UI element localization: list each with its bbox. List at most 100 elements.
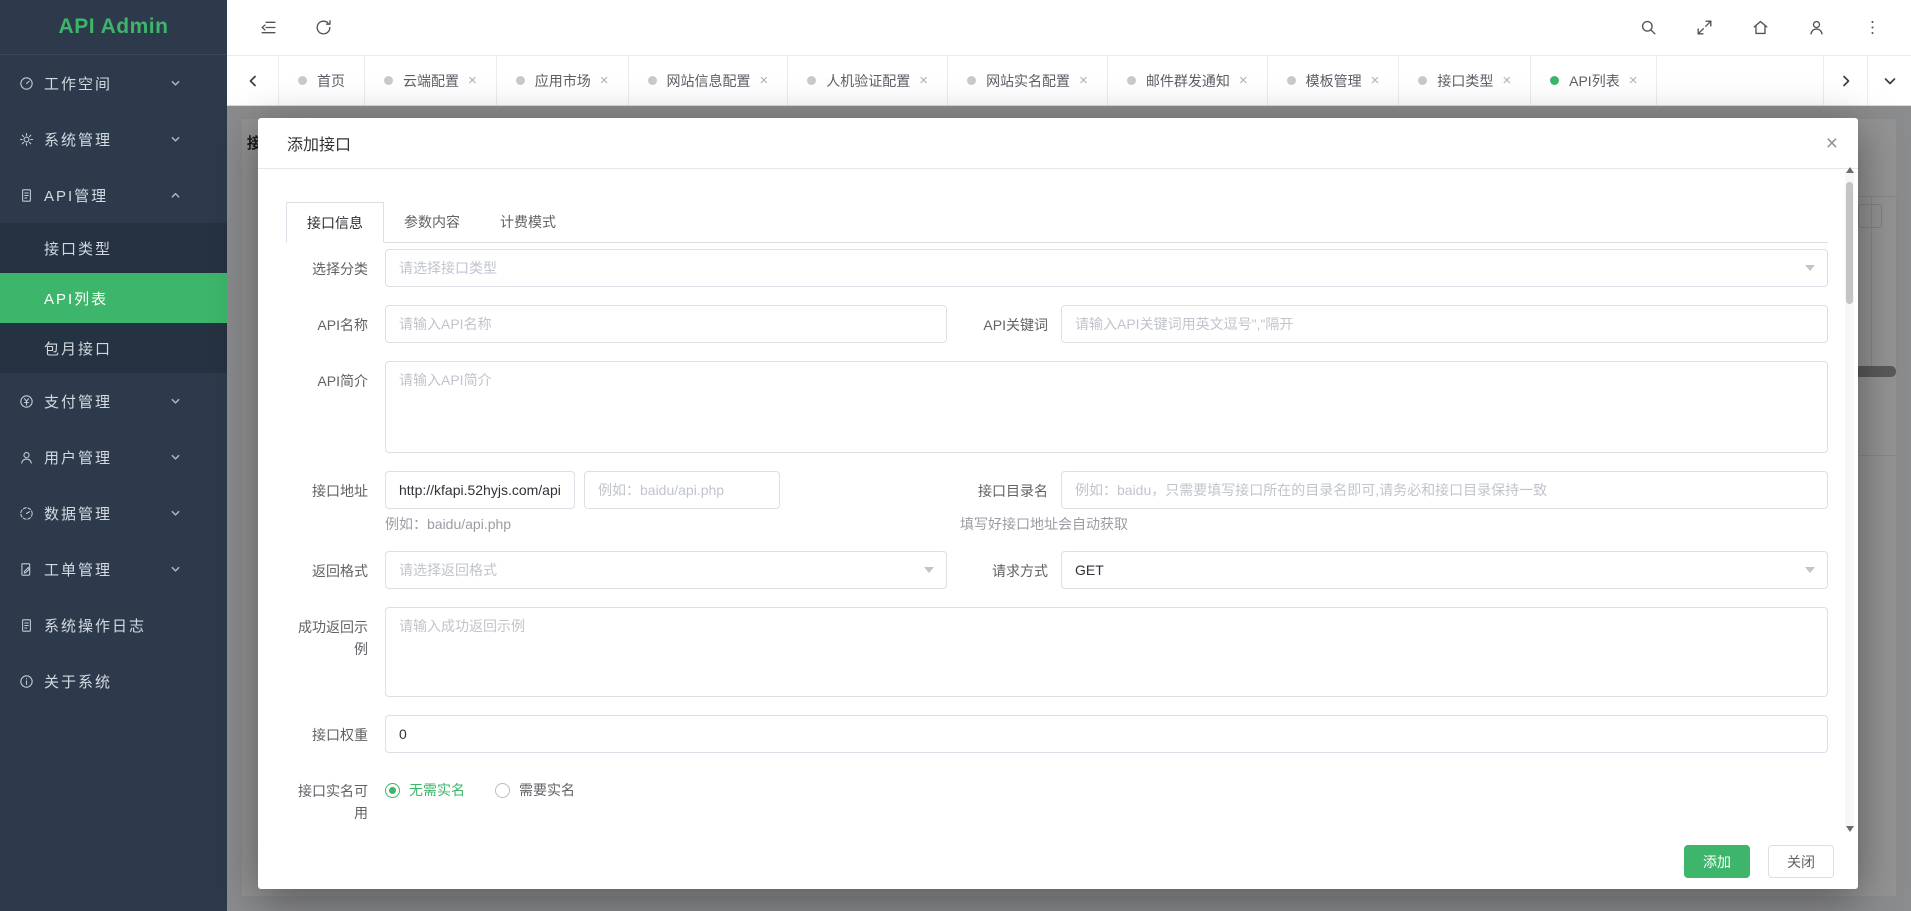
tab-api-list[interactable]: API列表 × (1531, 56, 1657, 105)
return-format-select-wrap (385, 551, 947, 589)
dialog-tab-api-info[interactable]: 接口信息 (286, 202, 384, 243)
field-label: 返回格式 (286, 551, 385, 589)
api-docs-icon (18, 187, 35, 204)
tab-close-icon[interactable]: × (1629, 73, 1638, 88)
tab-status-dot (648, 76, 657, 85)
tab-status-dot (967, 76, 976, 85)
close-icon[interactable]: × (1826, 133, 1838, 154)
sidebar-item-workspace[interactable]: 工作空间 (0, 55, 227, 111)
sidebar-item-oplog[interactable]: 系统操作日志 (0, 597, 227, 653)
sidebar-item-label: API管理 (44, 185, 170, 206)
form-row-name-keywords: API名称 API关键词 (286, 305, 1828, 343)
tab-close-icon[interactable]: × (760, 73, 769, 88)
tabs-scroll-right-button[interactable] (1823, 56, 1867, 105)
tab-close-icon[interactable]: × (1079, 73, 1088, 88)
scrollbar-up-icon[interactable] (1846, 163, 1854, 173)
tab-label: 接口类型 (1437, 71, 1493, 91)
sidebar-item-data[interactable]: 数据管理 (0, 485, 227, 541)
sidebar-item-monthly-api[interactable]: 包月接口 (0, 323, 227, 373)
return-format-select[interactable] (385, 551, 947, 589)
tab-label: 邮件群发通知 (1146, 71, 1230, 91)
tabbar-spacer (1657, 56, 1823, 105)
api-intro-textarea[interactable] (385, 361, 1828, 453)
payment-icon (18, 393, 35, 410)
search-icon[interactable] (1639, 18, 1658, 37)
add-api-dialog: 添加接口 × 接口信息 参数内容 计费模式 选择分类 (258, 118, 1858, 889)
tabs-scroll-left-button[interactable] (227, 56, 279, 105)
radio-no-realname[interactable]: 无需实名 (385, 780, 465, 800)
success-example-textarea[interactable] (385, 607, 1828, 697)
chevron-right-icon (1840, 75, 1852, 87)
sidebar-item-api-types[interactable]: 接口类型 (0, 223, 227, 273)
tab-api-types[interactable]: 接口类型 × (1399, 56, 1531, 105)
field-label: 请求方式 (947, 551, 1061, 582)
user-icon[interactable] (1807, 18, 1826, 37)
tab-home[interactable]: 首页 (279, 56, 365, 105)
chevron-left-icon (247, 75, 259, 87)
sidebar-item-users[interactable]: 用户管理 (0, 429, 227, 485)
tab-realname-config[interactable]: 网站实名配置 × (948, 56, 1108, 105)
tabs-menu-button[interactable] (1867, 56, 1911, 105)
chevron-down-icon (170, 452, 181, 463)
form-row-url-dir: 接口地址 例如：baidu/api.php 接口目录名 填写好接口地址会自动获 (286, 471, 1828, 533)
category-select[interactable] (385, 249, 1828, 287)
dialog-header: 添加接口 × (258, 118, 1858, 169)
sidebar-item-tickets[interactable]: 工单管理 (0, 541, 227, 597)
scrollbar-thumb[interactable] (1846, 182, 1853, 304)
dialog-body: 接口信息 参数内容 计费模式 选择分类 API名称 (286, 170, 1828, 831)
tab-captcha-config[interactable]: 人机验证配置 × (788, 56, 948, 105)
dialog-tab-billing[interactable]: 计费模式 (480, 202, 576, 242)
api-name-input[interactable] (385, 305, 947, 343)
fullscreen-icon[interactable] (1695, 18, 1714, 37)
app-root: API Admin 工作空间 系统管理 API管理 接口类型 API列表 包月接… (0, 0, 1911, 911)
tab-close-icon[interactable]: × (1371, 73, 1380, 88)
submit-add-button[interactable]: 添加 (1684, 845, 1750, 878)
chevron-down-icon (1884, 75, 1896, 87)
close-dialog-button[interactable]: 关闭 (1768, 845, 1834, 878)
tab-status-dot (384, 76, 393, 85)
radio-circle-icon (385, 783, 400, 798)
api-url-group: 接口地址 例如：baidu/api.php (286, 471, 947, 533)
tab-close-icon[interactable]: × (1502, 73, 1511, 88)
radio-circle-icon (495, 783, 510, 798)
tab-cloud-config[interactable]: 云端配置 × (365, 56, 497, 105)
field-label: 接口权重 (286, 715, 385, 746)
return-format-group: 返回格式 (286, 551, 947, 589)
tab-app-market[interactable]: 应用市场 × (497, 56, 629, 105)
dialog-title: 添加接口 (287, 131, 351, 155)
request-method-select[interactable] (1061, 551, 1828, 589)
sidebar-item-payment[interactable]: 支付管理 (0, 373, 227, 429)
tab-template-mgmt[interactable]: 模板管理 × (1268, 56, 1400, 105)
ticket-icon (18, 561, 35, 578)
weight-input[interactable] (385, 715, 1828, 753)
radio-need-realname[interactable]: 需要实名 (495, 780, 575, 800)
sidebar-item-api[interactable]: API管理 (0, 167, 227, 223)
sidebar-item-api-list[interactable]: API列表 (0, 273, 227, 323)
data-icon (18, 505, 35, 522)
scrollbar-down-icon[interactable] (1846, 826, 1854, 836)
home-icon[interactable] (1751, 18, 1770, 37)
tab-close-icon[interactable]: × (1239, 73, 1248, 88)
tab-label: API列表 (1569, 71, 1620, 91)
api-url-path-input[interactable] (584, 471, 780, 509)
refresh-icon[interactable] (314, 18, 333, 37)
collapse-sidebar-icon[interactable] (259, 18, 278, 37)
dialog-tab-params[interactable]: 参数内容 (384, 202, 480, 242)
chevron-down-icon (170, 564, 181, 575)
field-label: API名称 (286, 305, 385, 343)
tab-site-info-config[interactable]: 网站信息配置 × (629, 56, 789, 105)
tab-label: 应用市场 (535, 71, 591, 91)
api-keywords-input[interactable] (1061, 305, 1828, 343)
tab-close-icon[interactable]: × (468, 73, 477, 88)
more-vertical-icon[interactable] (1863, 18, 1882, 37)
sidebar-item-label: 关于系统 (44, 671, 181, 692)
api-url-base-input[interactable] (385, 471, 575, 509)
dialog-scrollbar[interactable] (1845, 172, 1854, 827)
tab-close-icon[interactable]: × (600, 73, 609, 88)
api-dir-input[interactable] (1061, 471, 1828, 509)
api-name-wrap (385, 305, 947, 343)
sidebar-item-system[interactable]: 系统管理 (0, 111, 227, 167)
sidebar-item-about[interactable]: 关于系统 (0, 653, 227, 709)
tab-mail-notify[interactable]: 邮件群发通知 × (1108, 56, 1268, 105)
tab-close-icon[interactable]: × (919, 73, 928, 88)
